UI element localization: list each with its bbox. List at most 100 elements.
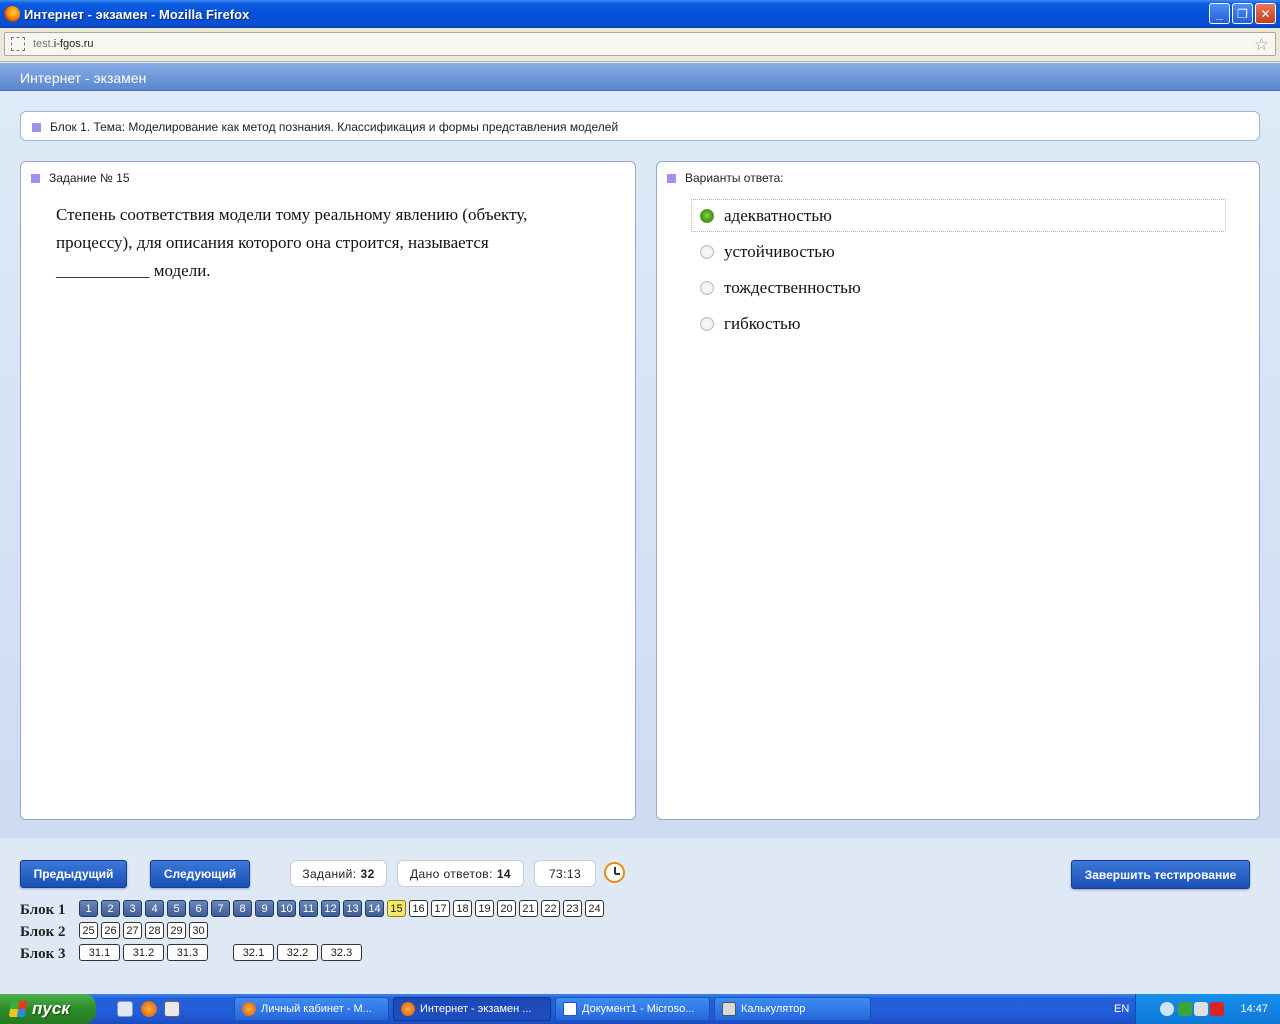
window-titlebar: Интернет - экзамен - Mozilla Firefox _ ❐… xyxy=(0,0,1280,28)
timer-value: 73:13 xyxy=(548,866,582,881)
question-nav-button[interactable]: 3 xyxy=(123,900,142,917)
answer-label[interactable]: тождественностью xyxy=(724,278,861,298)
answers-heading-text: Варианты ответа: xyxy=(685,171,784,185)
question-line: процессу), для описания которого она стр… xyxy=(56,233,489,252)
question-nav-button[interactable]: 16 xyxy=(409,900,428,917)
question-nav-button[interactable]: 29 xyxy=(167,922,186,939)
taskbar: пуск Личный кабинет - М... Интернет - эк… xyxy=(0,994,1280,1024)
question-nav-button[interactable]: 7 xyxy=(211,900,230,917)
question-nav-button[interactable]: 31.3 xyxy=(167,944,208,961)
taskbar-item-word[interactable]: Документ1 - Microso... xyxy=(555,997,710,1021)
taskbar-item-label: Личный кабинет - М... xyxy=(261,1003,372,1015)
taskbar-item-label: Документ1 - Microso... xyxy=(582,1003,695,1015)
block2-question-nav: 25 26 27 28 29 30 xyxy=(79,922,211,939)
show-hidden-icons-icon[interactable] xyxy=(1160,1002,1174,1016)
question-nav-button[interactable]: 31.2 xyxy=(123,944,164,961)
question-nav-button[interactable]: 2 xyxy=(101,900,120,917)
block3-question-nav: 31.1 31.2 31.3 xyxy=(79,944,211,961)
answer-option[interactable]: адекватностью xyxy=(691,199,1226,232)
question-nav-button[interactable]: 8 xyxy=(233,900,252,917)
safely-remove-icon[interactable] xyxy=(1194,1002,1208,1016)
url-field[interactable]: test.i-fgos.ru ☆ xyxy=(4,32,1276,56)
question-line: ___________ модели. xyxy=(56,261,211,280)
question-nav-button[interactable]: 18 xyxy=(453,900,472,917)
question-nav-button[interactable]: 14 xyxy=(365,900,384,917)
radio-icon[interactable] xyxy=(700,244,714,259)
network-icon[interactable] xyxy=(1178,1002,1192,1016)
start-label: пуск xyxy=(32,999,70,1018)
question-nav-button[interactable]: 13 xyxy=(343,900,362,917)
app-title: Интернет - экзамен xyxy=(20,70,147,86)
question-nav-button[interactable]: 17 xyxy=(431,900,450,917)
question-nav-button[interactable]: 9 xyxy=(255,900,274,917)
question-nav-button[interactable]: 11 xyxy=(299,900,318,917)
app-quicklaunch-icon[interactable] xyxy=(164,1001,180,1017)
radio-icon[interactable] xyxy=(700,316,714,331)
radio-icon[interactable] xyxy=(700,280,714,295)
start-button[interactable]: пуск xyxy=(0,994,96,1024)
question-heading: Задание № 15 xyxy=(31,171,130,185)
question-nav-button[interactable]: 32.3 xyxy=(321,944,362,961)
block1-question-nav: 1 2 3 4 5 6 7 8 9 10 11 12 13 14 15 16 17 18 19 20 21 22 23 24 xyxy=(79,900,607,917)
question-nav-button[interactable]: 4 xyxy=(145,900,164,917)
answer-label[interactable]: гибкостью xyxy=(724,314,800,334)
finish-test-button[interactable]: Завершить тестирование xyxy=(1071,860,1250,889)
answers-panel: Варианты ответа: адекватностью устойчиво… xyxy=(656,161,1260,820)
ie-quicklaunch-icon[interactable] xyxy=(117,1001,133,1017)
block-title: Блок 1. Тема: Моделирование как метод по… xyxy=(50,120,619,134)
marker-square-icon xyxy=(667,174,676,183)
radio-selected-icon[interactable] xyxy=(700,208,714,223)
question-nav-button[interactable]: 27 xyxy=(123,922,142,939)
answer-option[interactable]: гибкостью xyxy=(691,307,1226,340)
tasks-count-badge: Заданий: 32 xyxy=(290,860,387,887)
question-line: Степень соответствия модели тому реально… xyxy=(56,205,528,224)
minimize-button[interactable]: _ xyxy=(1209,3,1230,24)
url-text[interactable]: test.i-fgos.ru xyxy=(33,38,94,50)
alarm-clock-icon xyxy=(604,862,625,883)
next-button[interactable]: Следующий xyxy=(150,860,250,888)
window-title: Интернет - экзамен - Mozilla Firefox xyxy=(24,6,250,22)
question-nav-button[interactable]: 1 xyxy=(79,900,98,917)
app-header: Интернет - экзамен xyxy=(0,63,1280,91)
question-nav-button[interactable]: 26 xyxy=(101,922,120,939)
firefox-icon xyxy=(242,1002,256,1016)
question-nav-button[interactable]: 24 xyxy=(585,900,604,917)
previous-button[interactable]: Предыдущий xyxy=(20,860,127,888)
taskbar-item-exam[interactable]: Интернет - экзамен ... xyxy=(393,997,551,1021)
answer-option[interactable]: тождественностью xyxy=(691,271,1226,304)
question-nav-button[interactable]: 22 xyxy=(541,900,560,917)
antivirus-icon[interactable] xyxy=(1210,1002,1224,1016)
question-nav-button[interactable]: 31.1 xyxy=(79,944,120,961)
marker-square-icon xyxy=(31,174,40,183)
taskbar-item-calculator[interactable]: Калькулятор xyxy=(714,997,871,1021)
question-nav-button[interactable]: 32.1 xyxy=(233,944,274,961)
language-indicator[interactable]: EN xyxy=(1114,1003,1129,1015)
question-nav-button[interactable]: 19 xyxy=(475,900,494,917)
answer-label[interactable]: адекватностью xyxy=(724,206,832,226)
question-nav-button[interactable]: 21 xyxy=(519,900,538,917)
calculator-icon xyxy=(722,1002,736,1016)
block3-label: Блок 3 xyxy=(20,946,66,962)
block1-label: Блок 1 xyxy=(20,902,66,918)
question-nav-button[interactable]: 28 xyxy=(145,922,164,939)
question-nav-button[interactable]: 32.2 xyxy=(277,944,318,961)
bookmark-star-icon[interactable]: ☆ xyxy=(1254,35,1269,55)
question-nav-button[interactable]: 6 xyxy=(189,900,208,917)
question-nav-button[interactable]: 25 xyxy=(79,922,98,939)
question-nav-button[interactable]: 23 xyxy=(563,900,582,917)
close-button[interactable]: ✕ xyxy=(1255,3,1276,24)
question-nav-button[interactable]: 30 xyxy=(189,922,208,939)
answer-option[interactable]: устойчивостью xyxy=(691,235,1226,268)
question-nav-button[interactable]: 5 xyxy=(167,900,186,917)
site-identity-icon[interactable] xyxy=(11,37,25,51)
restore-button[interactable]: ❐ xyxy=(1232,3,1253,24)
timer-badge: 73:13 xyxy=(534,860,596,887)
question-nav-button[interactable]: 12 xyxy=(321,900,340,917)
answer-label[interactable]: устойчивостью xyxy=(724,242,835,262)
firefox-quicklaunch-icon[interactable] xyxy=(141,1001,157,1017)
taskbar-item-cabinet[interactable]: Личный кабинет - М... xyxy=(234,997,389,1021)
question-nav-button[interactable]: 15 xyxy=(387,900,406,917)
block-title-bar: Блок 1. Тема: Моделирование как метод по… xyxy=(20,111,1260,141)
question-nav-button[interactable]: 20 xyxy=(497,900,516,917)
question-nav-button[interactable]: 10 xyxy=(277,900,296,917)
